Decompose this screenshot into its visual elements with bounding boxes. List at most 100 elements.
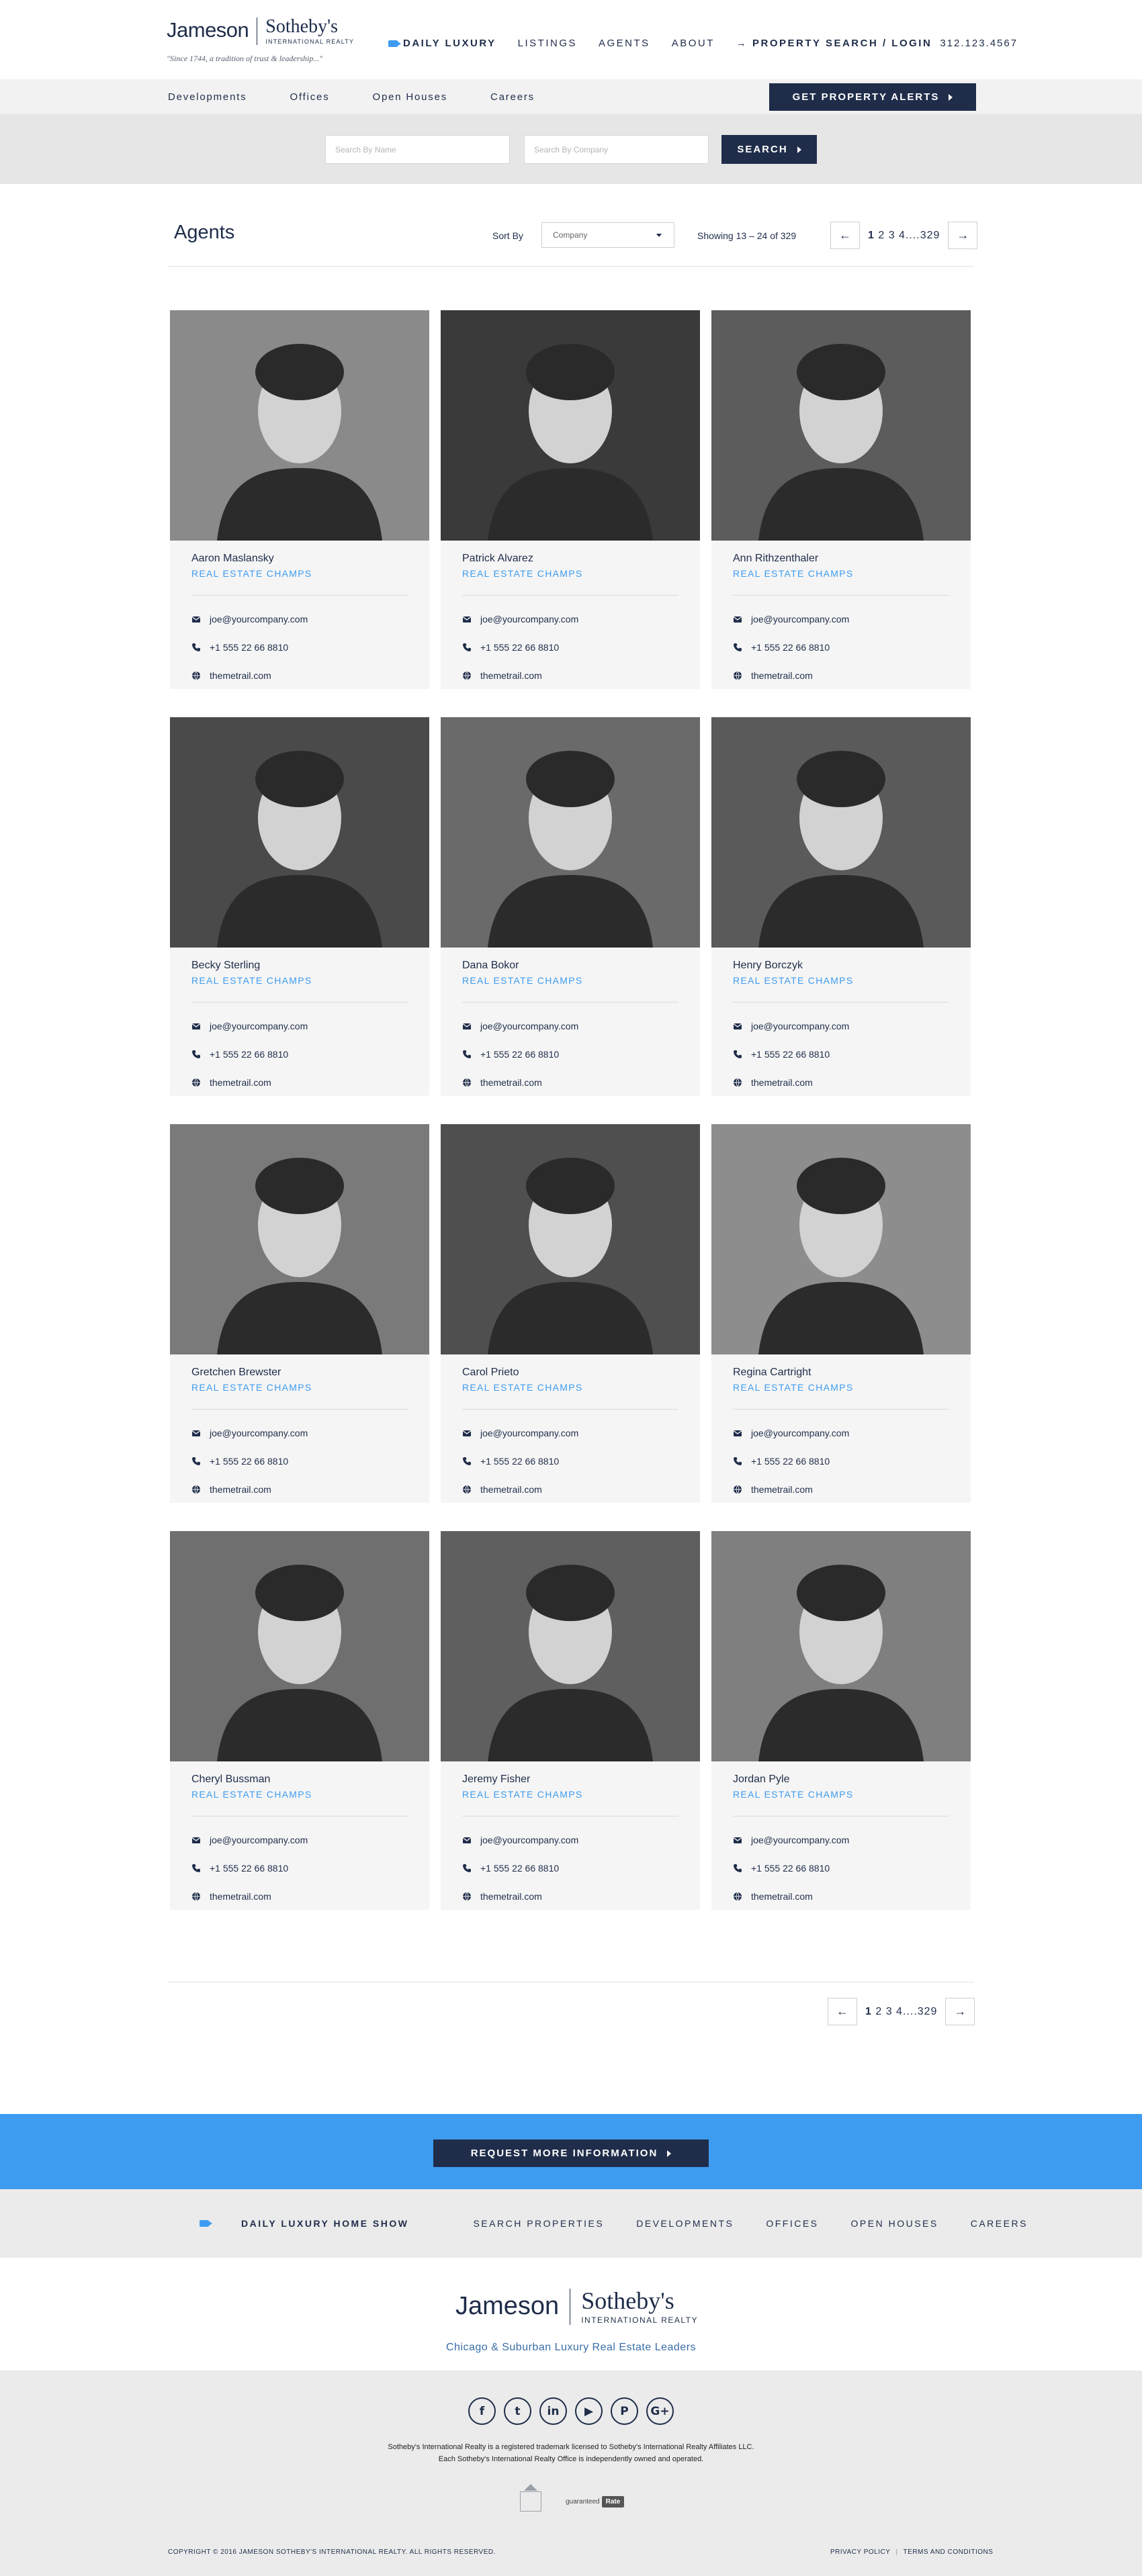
agent-photo[interactable] xyxy=(711,1124,971,1354)
agent-email-row[interactable]: joe@yourcompany.com xyxy=(191,1826,408,1854)
guaranteed-rate-logo[interactable]: guaranteed Rate xyxy=(566,2495,625,2508)
sort-select[interactable]: Company xyxy=(541,222,674,248)
agent-card[interactable]: Regina Cartright REAL ESTATE CHAMPS joe@yo… xyxy=(711,1124,971,1503)
agent-phone-row[interactable]: +1 555 22 66 8810 xyxy=(191,1447,408,1475)
agent-card[interactable]: Carol Prieto REAL ESTATE CHAMPS joe@yourco… xyxy=(441,1124,700,1503)
footer-open-houses[interactable]: OPEN HOUSES xyxy=(851,2218,938,2229)
agent-phone-row[interactable]: +1 555 22 66 8810 xyxy=(733,1040,949,1068)
agent-email-row[interactable]: joe@yourcompany.com xyxy=(462,1826,678,1854)
agent-card[interactable]: Cheryl Bussman REAL ESTATE CHAMPS joe@your… xyxy=(170,1531,429,1910)
agent-card[interactable]: Ann Rithzenthaler REAL ESTATE CHAMPS joe@y… xyxy=(711,310,971,689)
agent-email-row[interactable]: joe@yourcompany.com xyxy=(191,1419,408,1447)
agent-photo[interactable] xyxy=(170,1124,429,1354)
agent-phone-row[interactable]: +1 555 22 66 8810 xyxy=(191,633,408,661)
agent-website-row[interactable]: themetrail.com xyxy=(462,1475,678,1504)
agent-name[interactable]: Jordan Pyle xyxy=(733,1774,949,1786)
page-links[interactable]: 2 3 4....329 xyxy=(875,230,940,241)
agent-email-row[interactable]: joe@yourcompany.com xyxy=(733,1826,949,1854)
agent-photo[interactable] xyxy=(170,310,429,541)
agent-email-row[interactable]: joe@yourcompany.com xyxy=(733,1012,949,1040)
agent-photo[interactable] xyxy=(711,1531,971,1761)
agent-phone-row[interactable]: +1 555 22 66 8810 xyxy=(462,1854,678,1882)
next-page-button[interactable]: → xyxy=(945,1998,975,2025)
linkedin-icon[interactable]: in xyxy=(539,2397,567,2425)
agent-photo[interactable] xyxy=(441,1531,700,1761)
agent-name[interactable]: Aaron Maslansky xyxy=(191,553,408,565)
agent-email-row[interactable]: joe@yourcompany.com xyxy=(462,1012,678,1040)
agent-photo[interactable] xyxy=(170,717,429,948)
footer-daily-show[interactable]: DAILY LUXURY HOME SHOW xyxy=(200,2218,441,2229)
agent-name[interactable]: Henry Borczyk xyxy=(733,960,949,972)
agent-email-row[interactable]: joe@yourcompany.com xyxy=(191,605,408,633)
subnav-developments[interactable]: Developments xyxy=(168,91,247,103)
youtube-icon[interactable]: ▶ xyxy=(575,2397,603,2425)
agent-phone-row[interactable]: +1 555 22 66 8810 xyxy=(733,1854,949,1882)
nav-property-search[interactable]: → PROPERTY SEARCH / LOGIN xyxy=(736,38,932,49)
agent-name[interactable]: Dana Bokor xyxy=(462,960,678,972)
nav-listings[interactable]: LISTINGS xyxy=(518,38,577,49)
agent-photo[interactable] xyxy=(441,1124,700,1354)
footer-offices[interactable]: OFFICES xyxy=(766,2218,818,2229)
agent-email-row[interactable]: joe@yourcompany.com xyxy=(733,605,949,633)
agent-name[interactable]: Jeremy Fisher xyxy=(462,1774,678,1786)
agent-website-row[interactable]: themetrail.com xyxy=(462,661,678,690)
prev-page-button[interactable]: ← xyxy=(830,222,860,249)
search-by-company-input[interactable]: Search By Company xyxy=(524,135,709,164)
agent-website-row[interactable]: themetrail.com xyxy=(462,1882,678,1911)
agent-phone-row[interactable]: +1 555 22 66 8810 xyxy=(191,1854,408,1882)
agent-card[interactable]: Jeremy Fisher REAL ESTATE CHAMPS joe@yourc… xyxy=(441,1531,700,1910)
agent-email-row[interactable]: joe@yourcompany.com xyxy=(733,1419,949,1447)
footer-careers[interactable]: CAREERS xyxy=(971,2218,1028,2229)
agent-phone-row[interactable]: +1 555 22 66 8810 xyxy=(733,633,949,661)
agent-name[interactable]: Carol Prieto xyxy=(462,1367,678,1379)
next-page-button[interactable]: → xyxy=(948,222,978,249)
agent-card[interactable]: Becky Sterling REAL ESTATE CHAMPS joe@your… xyxy=(170,717,429,1096)
agent-website-row[interactable]: themetrail.com xyxy=(191,1882,408,1911)
agent-website-row[interactable]: themetrail.com xyxy=(462,1068,678,1097)
subnav-offices[interactable]: Offices xyxy=(290,91,329,103)
agent-name[interactable]: Ann Rithzenthaler xyxy=(733,553,949,565)
agent-card[interactable]: Patrick Alvarez REAL ESTATE CHAMPS joe@you… xyxy=(441,310,700,689)
pinterest-icon[interactable]: P xyxy=(611,2397,638,2425)
page-current[interactable]: 1 xyxy=(865,2006,872,2017)
agent-website-row[interactable]: themetrail.com xyxy=(191,1475,408,1504)
twitter-icon[interactable]: t xyxy=(504,2397,531,2425)
agent-name[interactable]: Gretchen Brewster xyxy=(191,1367,408,1379)
request-info-button[interactable]: REQUEST MORE INFORMATION xyxy=(433,2140,709,2167)
agent-phone-row[interactable]: +1 555 22 66 8810 xyxy=(733,1447,949,1475)
agent-phone-row[interactable]: +1 555 22 66 8810 xyxy=(462,1040,678,1068)
agent-photo[interactable] xyxy=(441,717,700,948)
agent-website-row[interactable]: themetrail.com xyxy=(191,1068,408,1097)
site-logo[interactable]: Jameson Sotheby's INTERNATIONAL REALTY xyxy=(167,17,354,45)
agent-name[interactable]: Regina Cartright xyxy=(733,1367,949,1379)
search-by-name-input[interactable]: Search By Name xyxy=(325,135,510,164)
search-button[interactable]: SEARCH xyxy=(721,135,817,164)
subnav-careers[interactable]: Careers xyxy=(490,91,535,103)
agent-email-row[interactable]: joe@yourcompany.com xyxy=(462,1419,678,1447)
phone-number[interactable]: 312.123.4567 xyxy=(940,38,1018,49)
agent-photo[interactable] xyxy=(441,310,700,541)
agent-card[interactable]: Dana Bokor REAL ESTATE CHAMPS joe@yourcomp… xyxy=(441,717,700,1096)
nav-agents[interactable]: AGENTS xyxy=(599,38,650,49)
subnav-open-houses[interactable]: Open Houses xyxy=(373,91,448,103)
page-current[interactable]: 1 xyxy=(868,230,875,241)
get-property-alerts-button[interactable]: GET PROPERTY ALERTS xyxy=(769,83,976,111)
agent-card[interactable]: Henry Borczyk REAL ESTATE CHAMPS joe@yourc… xyxy=(711,717,971,1096)
agent-website-row[interactable]: themetrail.com xyxy=(733,1475,949,1504)
agent-card[interactable]: Gretchen Brewster REAL ESTATE CHAMPS joe@y… xyxy=(170,1124,429,1503)
agent-photo[interactable] xyxy=(170,1531,429,1761)
agent-photo[interactable] xyxy=(711,310,971,541)
page-links[interactable]: 2 3 4....329 xyxy=(872,2006,938,2017)
agent-website-row[interactable]: themetrail.com xyxy=(733,661,949,690)
prev-page-button[interactable]: ← xyxy=(828,1998,857,2025)
nav-about[interactable]: ABOUT xyxy=(672,38,715,49)
agent-name[interactable]: Patrick Alvarez xyxy=(462,553,678,565)
agent-website-row[interactable]: themetrail.com xyxy=(733,1068,949,1097)
agent-card[interactable]: Jordan Pyle REAL ESTATE CHAMPS joe@yourcom… xyxy=(711,1531,971,1910)
nav-daily-luxury[interactable]: DAILY LUXURY xyxy=(388,38,496,49)
agent-phone-row[interactable]: +1 555 22 66 8810 xyxy=(191,1040,408,1068)
agent-email-row[interactable]: joe@yourcompany.com xyxy=(462,605,678,633)
agent-phone-row[interactable]: +1 555 22 66 8810 xyxy=(462,633,678,661)
facebook-icon[interactable]: f xyxy=(468,2397,496,2425)
agent-name[interactable]: Becky Sterling xyxy=(191,960,408,972)
